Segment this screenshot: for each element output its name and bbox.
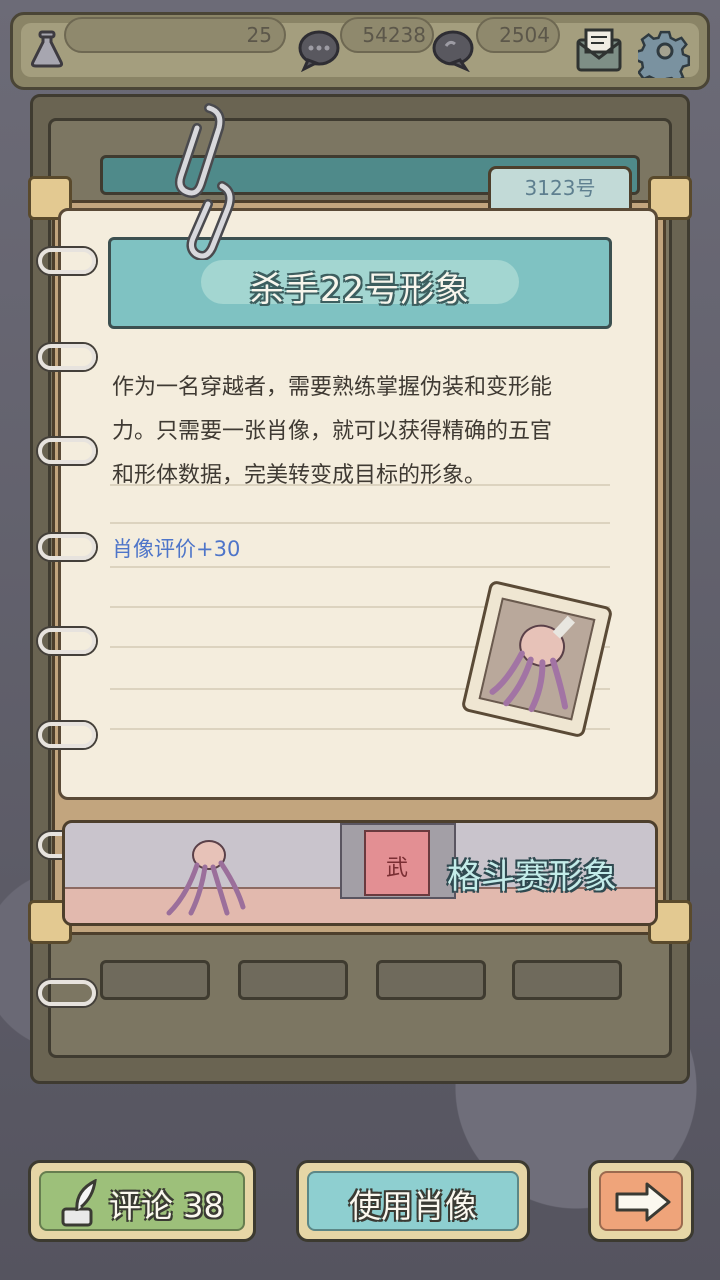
thumbnail-1[interactable]: [100, 960, 210, 1000]
creature-sprite-icon: [166, 840, 246, 916]
portrait-number-tag: 3123号: [488, 166, 632, 210]
use-portrait-button[interactable]: 使用肖像: [296, 1160, 530, 1242]
binder-ring: [38, 534, 96, 560]
chat-bubble-icon: [296, 28, 342, 76]
description-line-3: 和形体数据，完美转变成目标的形象。: [112, 463, 487, 488]
comment-button-label: 评论 38: [109, 1187, 224, 1225]
thumbnail-4[interactable]: [512, 960, 622, 1000]
resource-counter-1: 25: [64, 17, 286, 53]
mail-icon[interactable]: [574, 26, 624, 78]
resource-counter-3: 2504: [476, 17, 560, 53]
binder-ring: [38, 438, 96, 464]
resource-counter-3-value: 2504: [499, 23, 550, 47]
speech-bubble-icon: [430, 28, 476, 76]
use-portrait-button-label: 使用肖像: [348, 1187, 477, 1225]
resource-counter-1-value: 25: [246, 23, 272, 47]
stage-gate: 武: [340, 823, 456, 899]
portrait-description: 作为一名穿越者，需要熟练掌握伪装和变形能 力。只需要一张肖像，就可以获得精确的五…: [112, 366, 612, 498]
potion-icon: [26, 30, 68, 74]
binder-ring: [38, 628, 96, 654]
thumbnail-2[interactable]: [238, 960, 348, 1000]
tentacle-creature-icon: [489, 615, 575, 713]
stage-banner: 武: [364, 830, 430, 896]
binder-ring: [38, 980, 96, 1006]
stage-preview[interactable]: 武 格斗赛形象: [62, 820, 658, 926]
stage-label: 格斗赛形象: [447, 857, 617, 897]
binder-ring: [38, 722, 96, 748]
binder-ring: [38, 344, 96, 370]
portrait-number: 3123号: [524, 176, 596, 200]
comment-button[interactable]: 评论 38: [28, 1160, 256, 1242]
portrait-thumbnails: [100, 960, 622, 1004]
paperclip-icon: [164, 100, 244, 264]
description-line-2: 力。只需要一张肖像，就可以获得精确的五官: [112, 419, 553, 444]
portrait-title: 杀手22号形象: [249, 270, 471, 310]
stage-banner-char: 武: [385, 856, 408, 881]
gear-icon[interactable]: [635, 24, 692, 86]
resource-counter-2-value: 54238: [362, 23, 426, 47]
thumbnail-3[interactable]: [376, 960, 486, 1000]
resource-counter-2: 54238: [340, 17, 434, 53]
arrow-right-icon: [615, 1182, 671, 1222]
description-line-1: 作为一名穿越者，需要熟练掌握伪装和变形能: [112, 375, 553, 400]
next-button[interactable]: [588, 1160, 694, 1242]
quill-ink-icon: [61, 1179, 97, 1227]
binder-ring: [38, 248, 96, 274]
portrait-rating: 肖像评价+30: [112, 537, 241, 561]
